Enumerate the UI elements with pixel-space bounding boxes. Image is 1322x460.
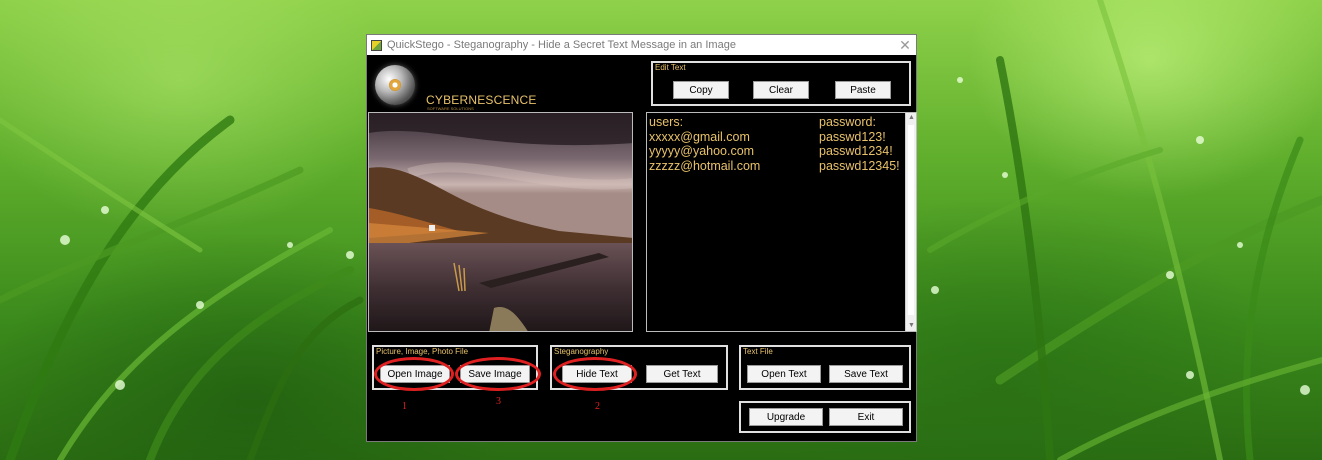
close-icon[interactable]: ✕: [894, 37, 916, 54]
text-line: users: password:: [649, 115, 876, 129]
annotation-circle-hide-text: [553, 357, 637, 391]
open-text-button[interactable]: Open Text: [747, 365, 821, 383]
scroll-down-icon[interactable]: ▼: [906, 321, 917, 331]
clear-button[interactable]: Clear: [753, 81, 809, 99]
annotation-circle-open-image: [374, 357, 454, 391]
app-icon: [371, 39, 382, 51]
steganography-label: Steganography: [554, 347, 609, 356]
annotation-circle-save-image: [455, 357, 541, 391]
title-bar: QuickStego - Steganography - Hide a Secr…: [367, 35, 916, 55]
save-text-button[interactable]: Save Text: [829, 365, 903, 383]
exit-button[interactable]: Exit: [829, 408, 903, 426]
window-title: QuickStego - Steganography - Hide a Secr…: [387, 39, 736, 51]
text-file-group: Text File Open Text Save Text: [739, 345, 911, 390]
window-content: CYBERNESCENCE SOFTWARE SOLUTIONS Edit Te…: [367, 55, 917, 441]
annotation-number-1: 1: [402, 401, 407, 412]
brand-name: CYBERNESCENCE: [426, 93, 537, 107]
quickstego-window: QuickStego - Steganography - Hide a Secr…: [366, 34, 917, 442]
scroll-up-icon[interactable]: ▲: [906, 113, 917, 123]
text-line: yyyyy@yahoo.com passwd1234!: [649, 144, 893, 158]
scroll-thumb[interactable]: [908, 125, 914, 315]
edit-text-label: Edit Text: [655, 63, 686, 72]
text-file-label: Text File: [743, 347, 773, 356]
text-line: xxxxx@gmail.com passwd123!: [649, 129, 886, 144]
paste-button[interactable]: Paste: [835, 81, 891, 99]
vertical-scrollbar[interactable]: ▲ ▼: [905, 113, 916, 331]
get-text-button[interactable]: Get Text: [646, 365, 718, 383]
annotation-number-2: 2: [595, 401, 600, 412]
brand-tagline: SOFTWARE SOLUTIONS: [427, 106, 474, 111]
upgrade-button[interactable]: Upgrade: [749, 408, 823, 426]
cybernescence-logo-icon: [375, 65, 415, 105]
picture-file-label: Picture, Image, Photo File: [376, 347, 469, 356]
text-line: zzzzz@hotmail.com passwd12345!: [649, 158, 900, 173]
secret-text-area[interactable]: users: password: xxxxx@gmail.com passwd123…: [646, 112, 917, 332]
copy-button[interactable]: Copy: [673, 81, 729, 99]
annotation-number-3: 3: [496, 396, 501, 407]
upgrade-exit-group: Upgrade Exit: [739, 401, 911, 433]
edit-text-group: Edit Text Copy Clear Paste: [651, 61, 911, 106]
cover-image-preview: [368, 112, 633, 332]
